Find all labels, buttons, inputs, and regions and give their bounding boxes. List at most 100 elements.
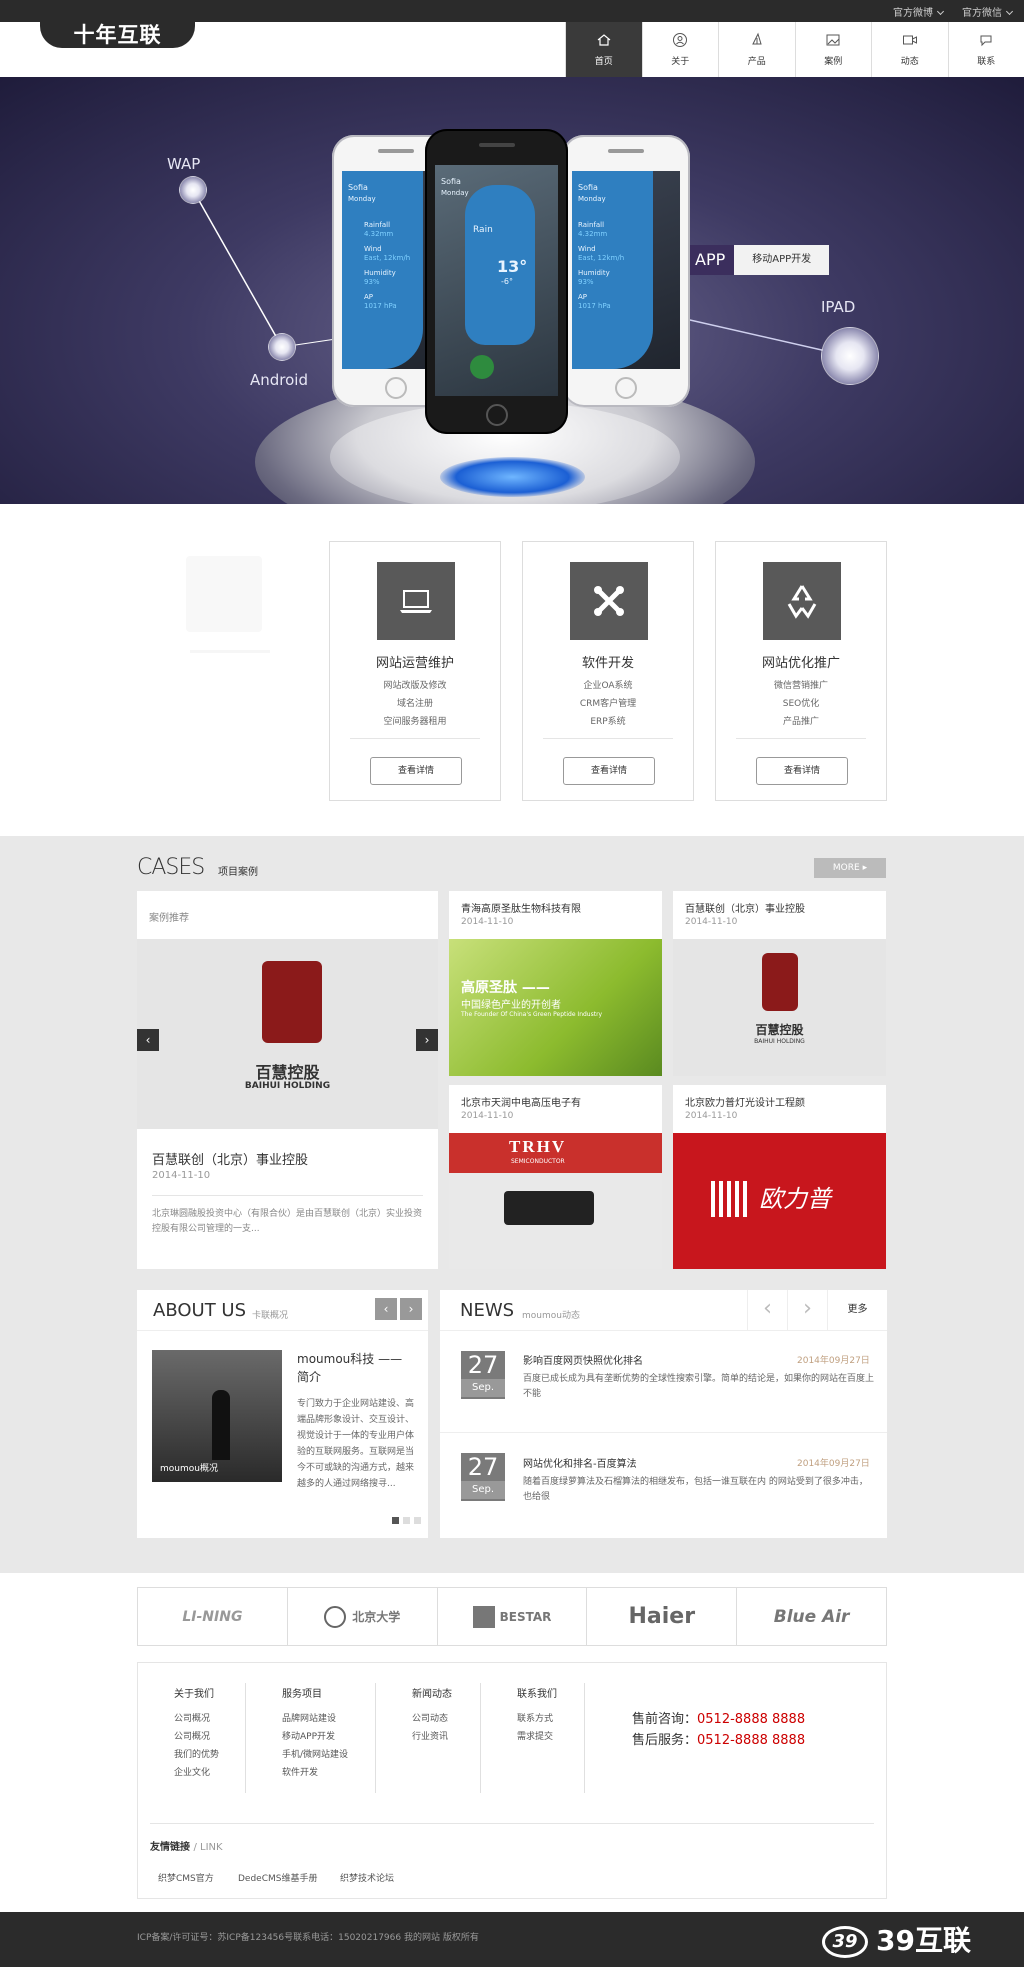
nav-item-contact[interactable]: 联系 <box>947 22 1024 77</box>
case-card[interactable]: 青海高原圣肽生物科技有限 2014-11-10 高原圣肽 —— 中国绿色产业的开… <box>449 891 662 1076</box>
contact-phone: 0512-8888 8888 <box>697 1712 806 1727</box>
footer-link[interactable]: 企业文化 <box>174 1764 219 1782</box>
footer-link[interactable]: 软件开发 <box>282 1764 348 1782</box>
news-item-date: 2014年09月27日 <box>797 1459 870 1469</box>
partner-name: LI-NING <box>182 1608 243 1625</box>
chevron-down-icon <box>1005 7 1014 16</box>
nav-label: 案例 <box>824 57 843 67</box>
partner-blueair[interactable]: Blue Air <box>736 1588 886 1645</box>
news-next-button[interactable]: › <box>787 1290 827 1330</box>
footer-col-title: 新闻动态 <box>412 1689 452 1700</box>
friend-title-en: / LINK <box>193 1842 223 1853</box>
nav-item-cases[interactable]: 案例 <box>794 22 872 77</box>
service-card: 网站优化推广 微信营销推广 SEO优化 产品推广 查看详情 <box>715 541 887 801</box>
footer-link[interactable]: 需求提交 <box>517 1728 557 1746</box>
pager-dot[interactable] <box>403 1517 410 1524</box>
phone-screen: Sofia Monday Rainfall 4.32mm Wind East, … <box>572 171 680 369</box>
site-logo[interactable]: 十年互联 <box>40 22 195 48</box>
case-image: 欧力普 <box>673 1133 886 1269</box>
news-item-desc: 随着百度绿萝算法及石榴算法的相继发布，包括一谁互联在内 的网站受到了很多冲击，也… <box>523 1477 868 1502</box>
news-item-title[interactable]: 网站优化和排名-百度算法 <box>523 1455 637 1470</box>
service-line: 企业OA系统 <box>583 681 633 691</box>
hero-banner[interactable]: WAP Android IPAD APP 移动APP开发 Sofia Monda… <box>0 77 1024 504</box>
news-title: NEWS <box>460 1300 515 1321</box>
friend-link[interactable]: DedeCMS维基手册 <box>238 1871 317 1884</box>
partner-pku[interactable]: 北京大学 <box>286 1588 437 1645</box>
baihui-logo-cn: 百慧控股 <box>755 1023 804 1037</box>
app-tag-text: 移动APP开发 <box>734 245 830 275</box>
featured-desc: 北京琳圆融股投资中心（有限合伙）是由百慧联创（北京）实业投资控股有限公司管理的一… <box>152 1209 423 1234</box>
friend-link[interactable]: 织梦CMS官方 <box>158 1871 214 1884</box>
partner-logos: LI-NING 北京大学 BESTAR Haier Blue Air <box>137 1587 887 1646</box>
footer-link[interactable]: 公司动态 <box>412 1710 452 1728</box>
divider <box>480 1683 481 1793</box>
nav-item-products[interactable]: 产品 <box>718 22 795 77</box>
nav-item-news[interactable]: 动态 <box>871 22 948 77</box>
cases-title: CASES <box>137 855 205 880</box>
bestar-mark-icon <box>472 1605 495 1628</box>
footer-col-title: 联系我们 <box>517 1689 557 1700</box>
case-card[interactable]: 百慧联创（北京）事业控股 2014-11-10 百慧控股 BAIHUI HOLD… <box>673 891 886 1076</box>
footer-link[interactable]: 手机/微网站建设 <box>282 1746 348 1764</box>
friend-link[interactable]: 织梦技术论坛 <box>340 1871 394 1884</box>
chevron-down-icon <box>936 7 945 16</box>
weather-humidity: Humidity <box>364 269 396 277</box>
footer-col-title: 关于我们 <box>174 1689 214 1700</box>
case-card[interactable]: 北京欧力普灯光设计工程颜 2014-11-10 欧力普 <box>673 1085 886 1269</box>
news-item-title[interactable]: 影响百度网页快照优化排名 <box>523 1352 643 1367</box>
divider <box>543 738 673 739</box>
about-next-button[interactable]: › <box>400 1298 422 1320</box>
footer-link[interactable]: 公司概况 <box>174 1728 219 1746</box>
view-details-button[interactable]: 查看详情 <box>756 757 848 785</box>
news-more-link[interactable]: 更多 <box>827 1290 887 1330</box>
footer-link[interactable]: 品牌网站建设 <box>282 1710 348 1728</box>
next-arrow[interactable]: › <box>416 1029 438 1051</box>
ipad-label: IPAD <box>821 298 856 316</box>
divider <box>350 738 480 739</box>
about-image: moumou概况 <box>152 1350 282 1482</box>
view-details-button[interactable]: 查看详情 <box>563 757 655 785</box>
service-line: 微信营销推广 <box>773 681 828 691</box>
footer-link[interactable]: 公司概况 <box>174 1710 219 1728</box>
about-prev-button[interactable]: ‹ <box>375 1298 397 1320</box>
weibo-link[interactable]: 官方微博 <box>893 4 945 19</box>
footer-link[interactable]: 移动APP开发 <box>282 1728 348 1746</box>
user-icon <box>673 33 688 47</box>
featured-case[interactable]: 案例推荐 百慧控股 BAIHUI HOLDING ‹ › 百慧联创（北京）事业控… <box>137 891 438 1269</box>
view-details-button[interactable]: 查看详情 <box>370 757 462 785</box>
about-body: 专门致力于企业网站建设、高端品牌形象设计、交互设计、视觉设计于一体的专业用户体验… <box>297 1399 415 1489</box>
app-tag: APP 移动APP开发 <box>686 245 830 275</box>
news-date-badge: 27 Sep. <box>461 1453 505 1501</box>
footer-link[interactable]: 联系方式 <box>517 1710 557 1728</box>
weixin-link[interactable]: 官方微信 <box>962 4 1014 19</box>
footer-link[interactable]: 行业资讯 <box>412 1728 452 1746</box>
partner-lining[interactable]: LI-NING <box>138 1588 287 1645</box>
prev-arrow[interactable]: ‹ <box>137 1029 159 1051</box>
nav-item-home[interactable]: 首页 <box>565 22 642 77</box>
partner-bestar[interactable]: BESTAR <box>436 1588 587 1645</box>
footer-col: 服务项目 品牌网站建设 移动APP开发 手机/微网站建设 软件开发 <box>282 1685 348 1782</box>
home-button-icon <box>615 377 637 399</box>
pager-dot-active[interactable] <box>392 1517 399 1524</box>
case-card[interactable]: 北京市天润中电高压电子有 2014-11-10 TRHV SEMICONDUCT… <box>449 1085 662 1269</box>
footer-links: 关于我们 公司概况 公司概况 我们的优势 企业文化 服务项目 品牌网站建设 移动… <box>137 1662 887 1899</box>
case-title: 北京市天润中电高压电子有 <box>461 1098 581 1109</box>
footer-col: 新闻动态 公司动态 行业资讯 <box>412 1685 452 1746</box>
contact-label: 售后服务： <box>632 1733 698 1748</box>
weather-day: Monday <box>578 195 606 203</box>
more-button[interactable]: MORE ▸ <box>814 858 886 878</box>
news-day: 27 <box>467 1351 499 1379</box>
service-line: 产品推广 <box>782 717 819 727</box>
calendar-icon <box>470 355 494 379</box>
divider <box>736 738 866 739</box>
nav-item-about[interactable]: 关于 <box>641 22 719 77</box>
more-label: MORE <box>832 863 860 873</box>
weather-wind-value: East, 12km/h <box>364 254 411 262</box>
news-prev-button[interactable]: ‹ <box>747 1290 787 1330</box>
footer-link[interactable]: 我们的优势 <box>174 1746 219 1764</box>
phone-speaker <box>608 149 644 153</box>
partner-haier[interactable]: Haier <box>586 1588 736 1645</box>
case-title: 北京欧力普灯光设计工程颜 <box>685 1098 805 1109</box>
news-item-date: 2014年09月27日 <box>797 1356 870 1366</box>
pager-dot[interactable] <box>414 1517 421 1524</box>
